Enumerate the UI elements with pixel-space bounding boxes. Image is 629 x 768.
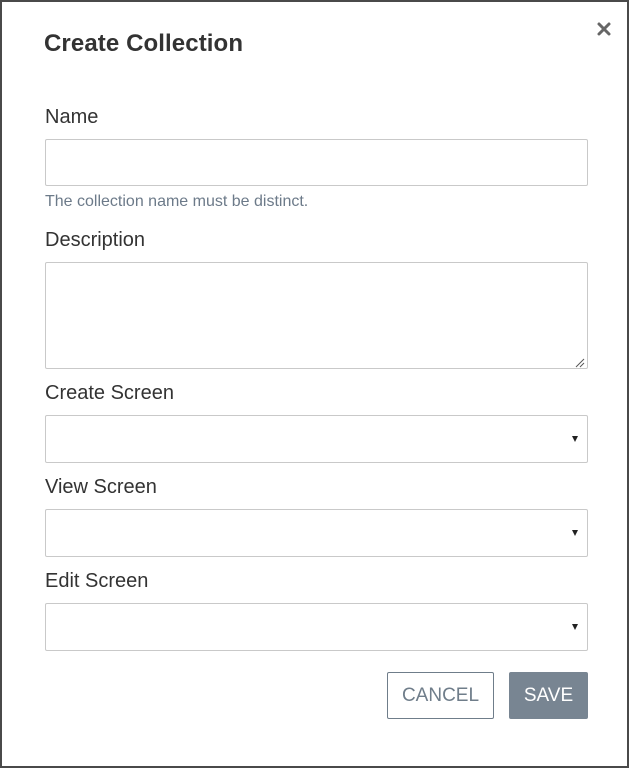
name-input[interactable] <box>45 139 588 186</box>
description-label: Description <box>45 229 146 251</box>
create-collection-modal: Create Collection Name The collection na… <box>0 0 629 768</box>
create-screen-select[interactable] <box>45 415 588 463</box>
view-screen-select[interactable] <box>45 509 588 557</box>
resize-handle-icon[interactable] <box>575 355 585 368</box>
chevron-down-icon <box>572 436 578 442</box>
view-screen-label: View Screen <box>45 476 157 498</box>
edit-screen-label: Edit Screen <box>45 570 149 592</box>
chevron-down-icon <box>572 530 578 536</box>
modal-title: Create Collection <box>44 30 244 57</box>
save-button[interactable]: SAVE <box>509 672 588 719</box>
description-textarea[interactable] <box>45 262 588 369</box>
name-label: Name <box>45 106 99 128</box>
create-screen-label: Create Screen <box>45 382 174 404</box>
cancel-button[interactable]: CANCEL <box>387 672 494 719</box>
name-helper-text: The collection name must be distinct. <box>45 193 309 210</box>
chevron-down-icon <box>572 624 578 630</box>
close-icon[interactable] <box>595 20 613 38</box>
edit-screen-select[interactable] <box>45 603 588 651</box>
